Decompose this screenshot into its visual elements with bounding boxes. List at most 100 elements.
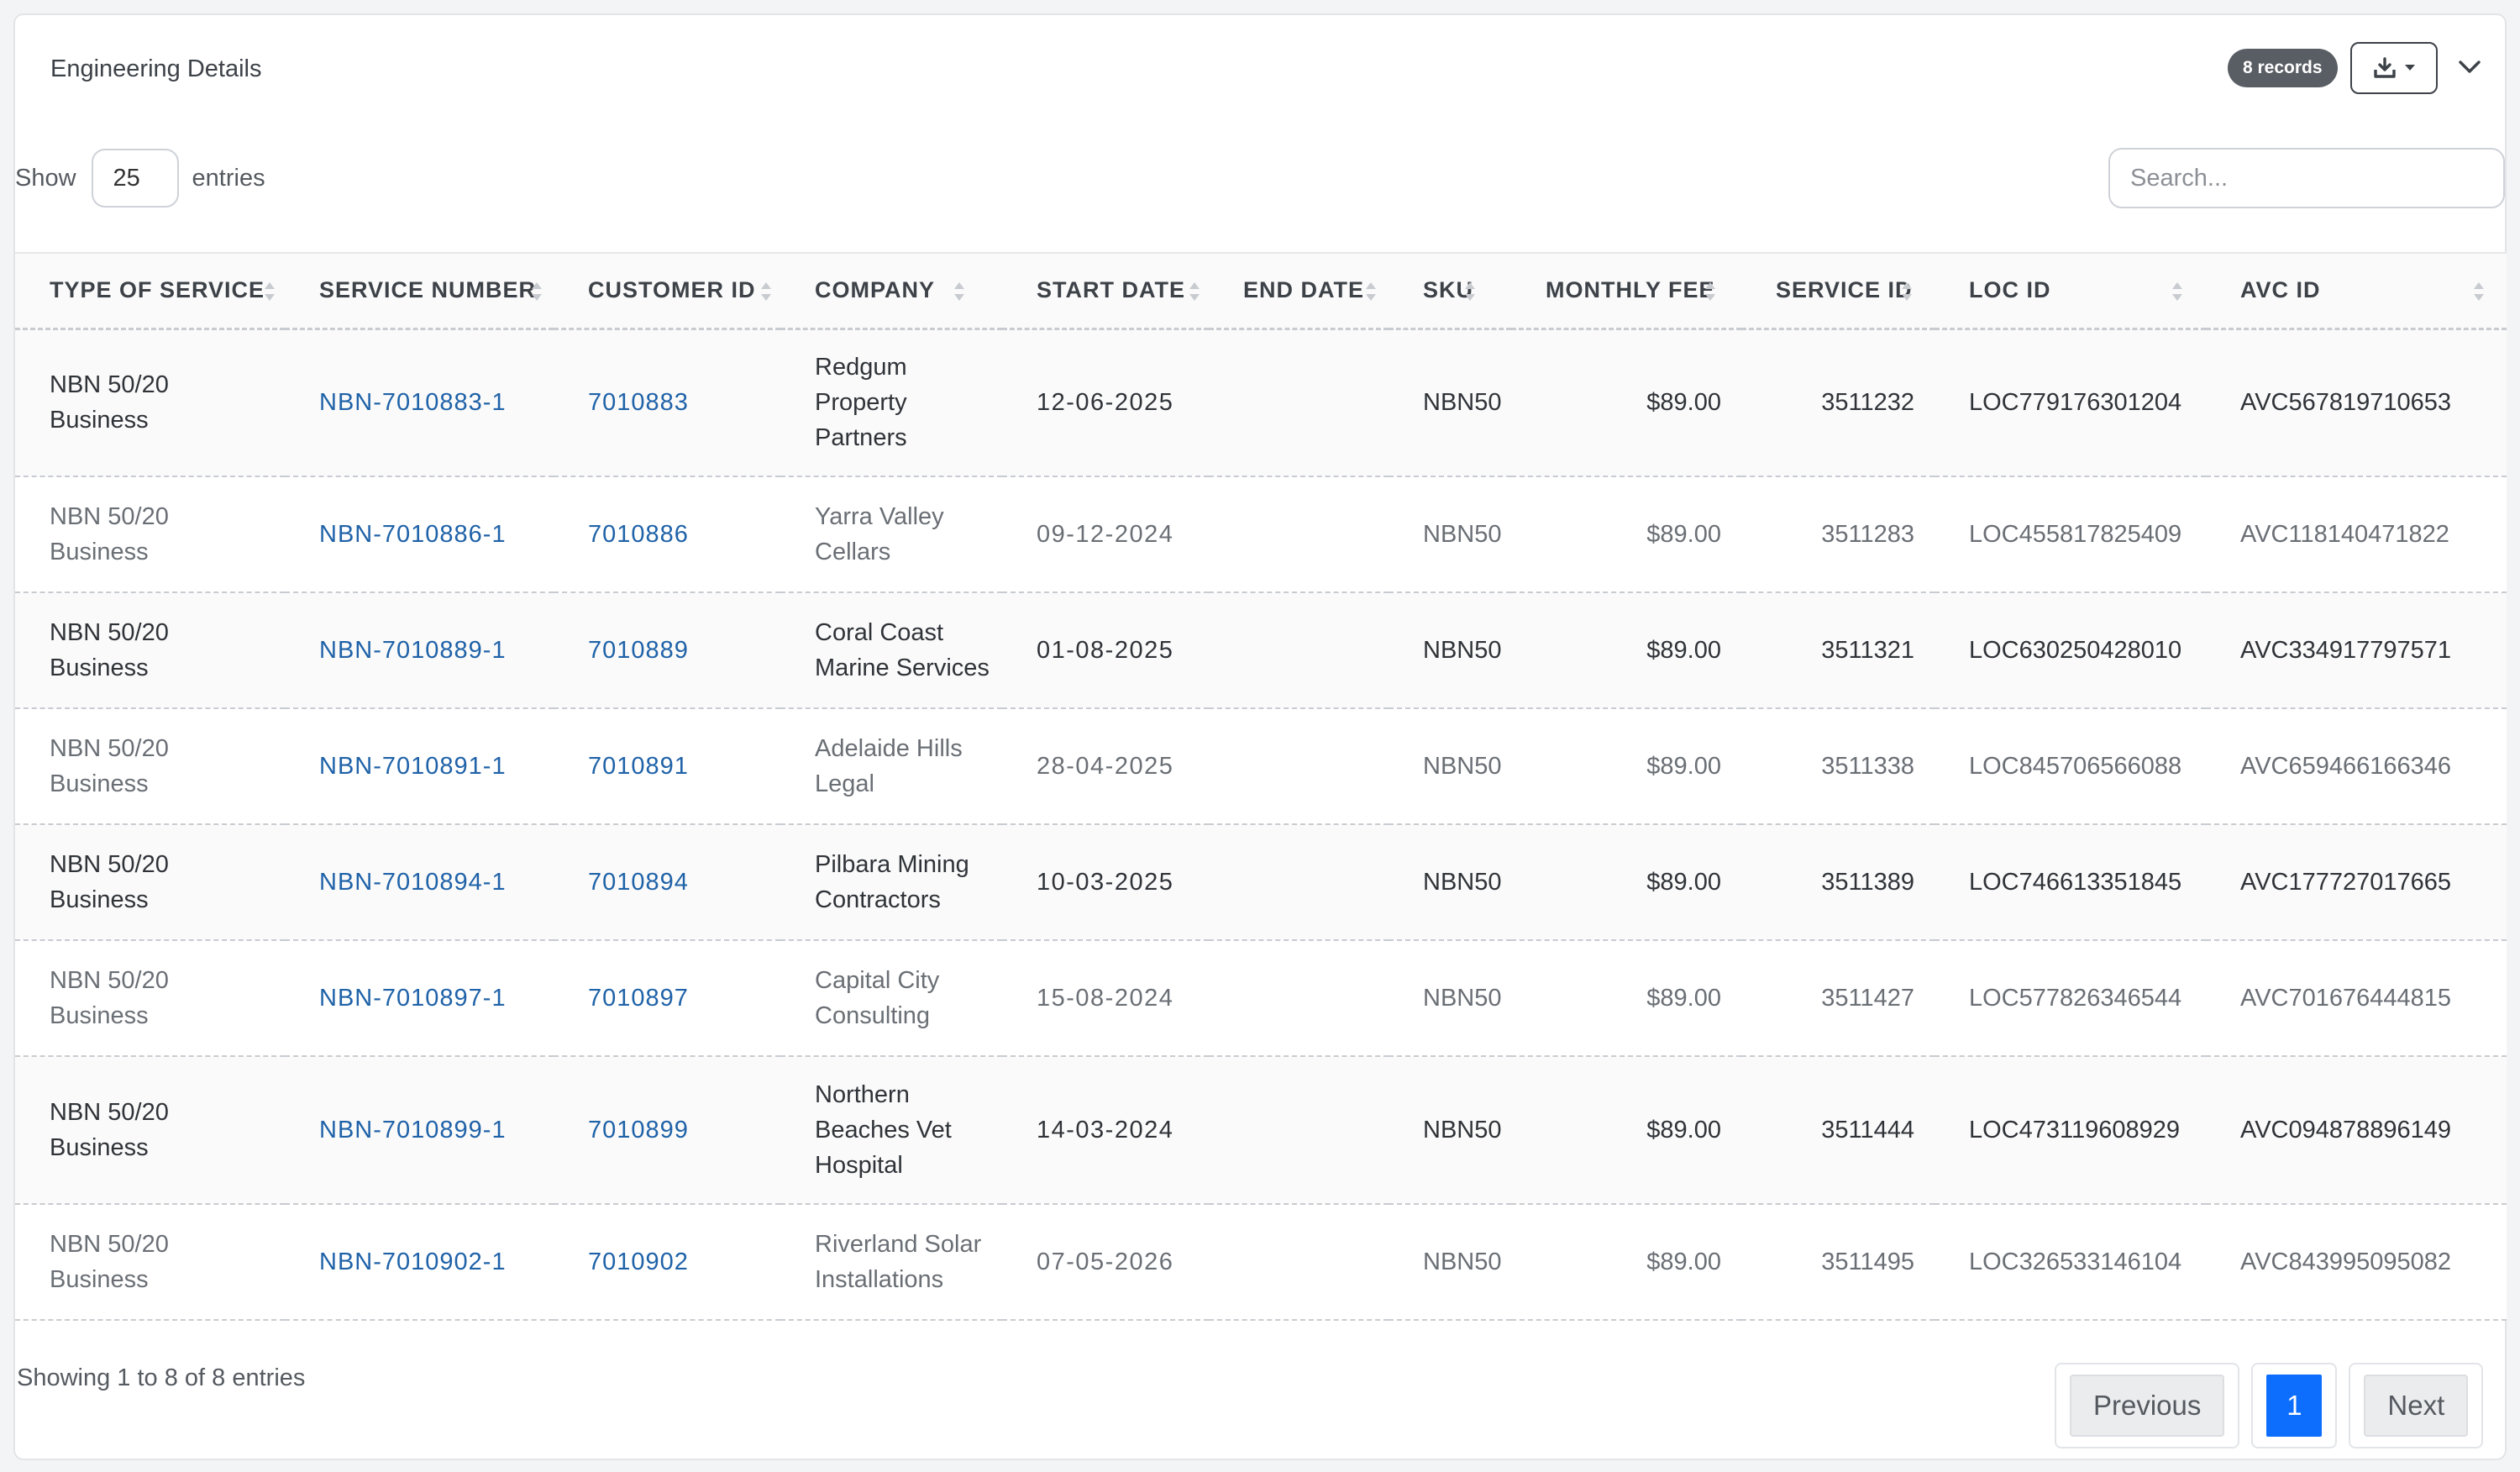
cell-type-of-service-line: Business bbox=[50, 1134, 149, 1161]
chevron-down-icon bbox=[2459, 60, 2481, 78]
cell-loc-id: LOC845706566088 bbox=[1935, 708, 2206, 825]
cell-service-id: 3511338 bbox=[1741, 708, 1935, 825]
cell-company-line: Beaches Vet bbox=[815, 1117, 952, 1143]
cell-customer-id-link[interactable]: 7010889 bbox=[554, 592, 780, 709]
entries-per-page-select[interactable]: 25 bbox=[91, 149, 179, 208]
cell-loc-id: LOC746613351845 bbox=[1935, 824, 2206, 941]
next-page-button[interactable]: Next bbox=[2364, 1375, 2469, 1437]
cell-type-of-service-line: Business bbox=[50, 539, 149, 565]
cell-start-date: 14-03-2024 bbox=[1002, 1056, 1209, 1205]
cell-monthly-fee: $89.00 bbox=[1511, 592, 1741, 709]
cell-company-line: Adelaide Hills bbox=[815, 735, 963, 762]
sort-icon bbox=[1189, 279, 1200, 310]
cell-customer-id-link[interactable]: 7010899 bbox=[554, 1056, 780, 1205]
cell-service-id: 3511389 bbox=[1741, 824, 1935, 941]
cell-company: Coral Coast Marine Services bbox=[780, 592, 1002, 709]
cell-customer-id-link[interactable]: 7010894 bbox=[554, 824, 780, 941]
column-header-service-number[interactable]: SERVICE NUMBER bbox=[285, 252, 554, 330]
entries-label: entries bbox=[192, 164, 265, 192]
cell-service-number-link[interactable]: NBN-7010886-1 bbox=[285, 476, 554, 593]
cell-customer-id-link[interactable]: 7010897 bbox=[554, 940, 780, 1057]
page-1-button[interactable]: 1 bbox=[2266, 1375, 2323, 1437]
cell-loc-id: LOC473119608929 bbox=[1935, 1056, 2206, 1205]
cell-customer-id-link[interactable]: 7010886 bbox=[554, 476, 780, 593]
cell-type-of-service: NBN 50/20 Business bbox=[15, 708, 285, 825]
cell-type-of-service-line: NBN 50/20 bbox=[50, 851, 169, 878]
cell-company-line: Redgum bbox=[815, 354, 907, 381]
cell-end-date bbox=[1209, 1056, 1389, 1205]
cell-avc-id: AVC334917797571 bbox=[2206, 592, 2507, 709]
cell-loc-id: LOC455817825409 bbox=[1935, 476, 2206, 593]
column-header-end-date[interactable]: END DATE bbox=[1209, 252, 1389, 330]
cell-company: Riverland Solar Installations bbox=[780, 1204, 1002, 1321]
cell-service-id: 3511283 bbox=[1741, 476, 1935, 593]
cell-type-of-service-line: NBN 50/20 bbox=[50, 1099, 169, 1126]
cell-customer-id-link[interactable]: 7010891 bbox=[554, 708, 780, 825]
column-header-avc-id[interactable]: AVC ID bbox=[2206, 252, 2507, 330]
cell-company: Northern Beaches Vet Hospital bbox=[780, 1056, 1002, 1205]
cell-loc-id: LOC630250428010 bbox=[1935, 592, 2206, 709]
cell-service-number-link[interactable]: NBN-7010883-1 bbox=[285, 329, 554, 477]
column-header-company[interactable]: COMPANY bbox=[780, 252, 1002, 330]
cell-customer-id-link[interactable]: 7010902 bbox=[554, 1204, 780, 1321]
engineering-table-wrapper: TYPE OF SERVICE SERVICE NUMBER CUSTOMER … bbox=[15, 252, 2507, 1321]
table-body: NBN 50/20 Business NBN-7010883-1 7010883 Red… bbox=[15, 329, 2507, 1321]
cell-service-number-link[interactable]: NBN-7010894-1 bbox=[285, 824, 554, 941]
cell-avc-id: AVC177727017665 bbox=[2206, 824, 2507, 941]
cell-start-date: 07-05-2026 bbox=[1002, 1204, 1209, 1321]
cell-monthly-fee: $89.00 bbox=[1511, 329, 1741, 477]
column-header-start-date[interactable]: START DATE bbox=[1002, 252, 1209, 330]
sort-icon bbox=[2473, 279, 2485, 310]
table-row: NBN 50/20 Business NBN-7010886-1 7010886 Yar… bbox=[15, 476, 2507, 593]
entries-length-control: Show 25 entries bbox=[15, 148, 265, 208]
cell-customer-id-link[interactable]: 7010883 bbox=[554, 329, 780, 477]
sort-icon bbox=[264, 279, 276, 310]
cell-type-of-service-line: Business bbox=[50, 407, 149, 434]
engineering-details-card: Engineering Details 8 records Show 25 en… bbox=[13, 13, 2507, 1460]
cell-type-of-service: NBN 50/20 Business bbox=[15, 940, 285, 1057]
show-label: Show bbox=[15, 164, 76, 192]
previous-page-button[interactable]: Previous bbox=[2070, 1375, 2225, 1437]
cell-service-number-link[interactable]: NBN-7010889-1 bbox=[285, 592, 554, 709]
cell-start-date: 28-04-2025 bbox=[1002, 708, 1209, 825]
column-header-sku[interactable]: SKU bbox=[1389, 252, 1511, 330]
column-header-type-of-service[interactable]: TYPE OF SERVICE bbox=[15, 252, 285, 330]
cell-service-id: 3511444 bbox=[1741, 1056, 1935, 1205]
column-header-customer-id[interactable]: CUSTOMER ID bbox=[554, 252, 780, 330]
records-badge: 8 records bbox=[2228, 49, 2338, 87]
cell-type-of-service-line: Business bbox=[50, 655, 149, 681]
cell-company-line: Contractors bbox=[815, 886, 941, 913]
search-input[interactable] bbox=[2108, 148, 2505, 208]
column-header-service-id[interactable]: SERVICE ID bbox=[1741, 252, 1935, 330]
pagination: Previous 1 Next bbox=[2055, 1363, 2484, 1448]
cell-company: Adelaide Hills Legal bbox=[780, 708, 1002, 825]
collapse-card-button[interactable] bbox=[2451, 52, 2488, 86]
cell-monthly-fee: $89.00 bbox=[1511, 1204, 1741, 1321]
cell-service-number-link[interactable]: NBN-7010902-1 bbox=[285, 1204, 554, 1321]
cell-sku: NBN50 bbox=[1389, 592, 1511, 709]
table-row: NBN 50/20 Business NBN-7010883-1 7010883 Red… bbox=[15, 329, 2507, 477]
cell-avc-id: AVC843995095082 bbox=[2206, 1204, 2507, 1321]
cell-type-of-service: NBN 50/20 Business bbox=[15, 1204, 285, 1321]
cell-sku: NBN50 bbox=[1389, 476, 1511, 593]
column-header-monthly-fee[interactable]: MONTHLY FEE bbox=[1511, 252, 1741, 330]
sort-icon bbox=[1704, 279, 1716, 310]
cell-end-date bbox=[1209, 476, 1389, 593]
cell-company-line: Capital City bbox=[815, 967, 940, 994]
cell-monthly-fee: $89.00 bbox=[1511, 1056, 1741, 1205]
cell-service-number-link[interactable]: NBN-7010897-1 bbox=[285, 940, 554, 1057]
cell-type-of-service-line: NBN 50/20 bbox=[50, 1231, 169, 1258]
cell-avc-id: AVC094878896149 bbox=[2206, 1056, 2507, 1205]
cell-company-line: Pilbara Mining bbox=[815, 851, 969, 878]
sort-icon bbox=[953, 279, 965, 310]
sort-icon bbox=[1901, 279, 1913, 310]
cell-service-number-link[interactable]: NBN-7010891-1 bbox=[285, 708, 554, 825]
export-dropdown-button[interactable] bbox=[2350, 42, 2438, 94]
column-header-loc-id[interactable]: LOC ID bbox=[1935, 252, 2206, 330]
cell-service-number-link[interactable]: NBN-7010899-1 bbox=[285, 1056, 554, 1205]
cell-company: Redgum Property Partners bbox=[780, 329, 1002, 477]
caret-down-icon bbox=[2405, 65, 2415, 71]
cell-company-line: Riverland Solar bbox=[815, 1231, 982, 1258]
cell-type-of-service-line: Business bbox=[50, 1266, 149, 1293]
cell-type-of-service: NBN 50/20 Business bbox=[15, 1056, 285, 1205]
